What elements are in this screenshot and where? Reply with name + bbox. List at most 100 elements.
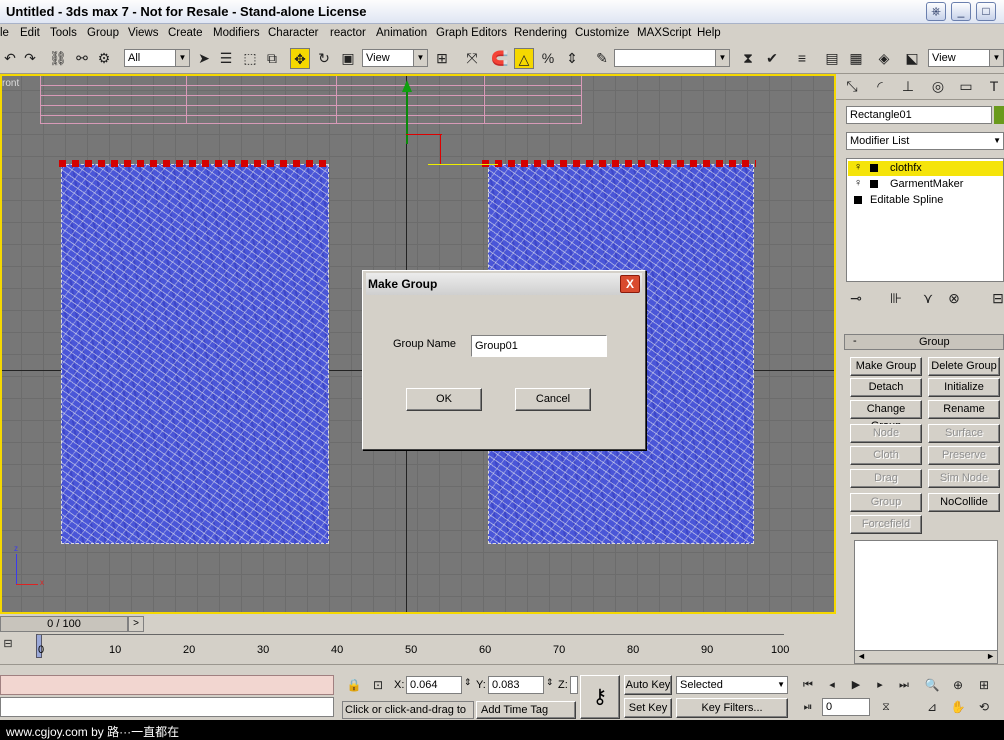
select-by-name-icon[interactable]: ☰ <box>216 48 236 69</box>
zoom-icon[interactable]: 🔍 <box>922 675 942 696</box>
z-coord-field[interactable] <box>570 676 578 694</box>
render-scene-icon[interactable]: ⬕ <box>902 48 922 69</box>
layer-manager-icon[interactable]: ≡ <box>792 48 812 69</box>
goto-end-icon[interactable]: ⏭ <box>894 675 914 696</box>
remove-modifier-icon[interactable]: ⊗ <box>944 288 964 309</box>
percent-snap-icon[interactable]: % <box>538 48 558 69</box>
key-mode-dropdown[interactable]: Selected ▼ <box>676 676 788 694</box>
spinner-icon[interactable]: ⇕ <box>546 677 554 688</box>
rect-region-icon[interactable]: ⬚ <box>240 48 260 69</box>
group-rollout-header[interactable]: - Group <box>844 334 1004 350</box>
selection-filter-dropdown[interactable]: All ▼ <box>124 49 190 67</box>
menu-tools[interactable]: Tools <box>50 27 77 39</box>
menu-edit[interactable]: Edit <box>20 27 40 39</box>
current-frame-field[interactable]: 0 <box>822 698 870 716</box>
ok-button[interactable]: OK <box>406 388 482 411</box>
curve-editor-icon[interactable]: ▤ <box>822 48 842 69</box>
x-coord-field[interactable]: 0.064 <box>406 676 462 694</box>
select-manipulate-icon[interactable]: ⤧ <box>462 48 482 69</box>
create-tab-icon[interactable]: ⤡ <box>842 76 862 97</box>
menu-group[interactable]: Group <box>87 27 119 39</box>
next-frame-icon[interactable]: ▸ <box>870 675 890 696</box>
horizontal-scrollbar[interactable]: ◄ ► <box>854 650 998 664</box>
select-link-icon[interactable]: ⛓ <box>48 48 68 69</box>
menu-create[interactable]: Create <box>168 27 203 39</box>
auto-key-button[interactable]: Auto Key <box>624 675 672 695</box>
pivot-center-icon[interactable]: ⊞ <box>432 48 452 69</box>
spinner-snap-icon[interactable]: ⇕ <box>562 48 582 69</box>
hierarchy-tab-icon[interactable]: ⊥ <box>898 76 918 97</box>
cancel-button[interactable]: Cancel <box>515 388 591 411</box>
curve-toggle-icon[interactable]: ⊟ <box>0 634 16 650</box>
stack-item-clothfx[interactable]: ♀ clothfx <box>848 161 1003 176</box>
window-crossing-icon[interactable]: ⧉ <box>262 48 282 69</box>
detach-button[interactable]: Detach <box>850 378 922 397</box>
menu-reactor[interactable]: reactor <box>330 27 366 39</box>
scroll-left-icon[interactable]: ◄ <box>857 651 866 661</box>
modifier-list-dropdown[interactable]: Modifier List ▼ <box>846 132 1004 150</box>
expand-icon[interactable] <box>870 180 878 188</box>
zoom-all-icon[interactable]: ⊕ <box>948 675 968 696</box>
select-object-icon[interactable]: ➤ <box>194 48 214 69</box>
group-button[interactable]: Group <box>850 493 922 512</box>
close-icon[interactable]: X <box>620 275 640 293</box>
arc-rotate-icon[interactable]: ⟲ <box>974 697 994 718</box>
key-mode-toggle-icon[interactable]: ⏯ <box>798 697 818 718</box>
light-bulb-icon[interactable]: ♀ <box>854 161 862 173</box>
maxscript-input[interactable] <box>0 697 334 717</box>
expand-icon[interactable] <box>854 196 862 204</box>
absolute-mode-icon[interactable]: ⊡ <box>368 675 388 696</box>
node-button[interactable]: Node <box>850 424 922 443</box>
cloth-panel-left[interactable] <box>61 164 329 544</box>
time-ruler[interactable]: 0 10 20 30 40 50 60 70 80 90 100 <box>38 614 798 664</box>
gizmo-x-axis[interactable] <box>428 164 498 165</box>
snap-toggle-icon[interactable]: 🧲 <box>490 48 510 69</box>
stack-item-garmentmaker[interactable]: ♀ GarmentMaker <box>848 177 1003 192</box>
prev-frame-icon[interactable]: ◂ <box>822 675 842 696</box>
maxscript-listener-mini[interactable] <box>0 675 334 695</box>
pin-stack-icon[interactable]: ⊸ <box>846 288 866 309</box>
menu-graph-editors[interactable]: Graph Editors <box>436 27 507 39</box>
menu-customize[interactable]: Customize <box>575 27 629 39</box>
move-icon[interactable]: ✥ <box>290 48 310 69</box>
align-icon[interactable]: ✔ <box>762 48 782 69</box>
bind-spacewarp-icon[interactable]: ⚙ <box>94 48 114 69</box>
rotate-icon[interactable]: ↻ <box>314 48 334 69</box>
change-group-button[interactable]: Change Group <box>850 400 922 432</box>
zoom-extents-icon[interactable]: ⊞ <box>974 675 994 696</box>
time-config-icon[interactable]: ⧖ <box>876 697 896 718</box>
set-key-key-icon[interactable]: ⚷ <box>580 675 620 719</box>
initialize-button[interactable]: Initialize <box>928 378 1000 397</box>
spinner-icon[interactable]: ⇕ <box>464 677 472 688</box>
make-unique-icon[interactable]: ⋎ <box>918 288 938 309</box>
cloth-button[interactable]: Cloth <box>850 446 922 465</box>
stack-item-editable-spline[interactable]: Editable Spline <box>848 193 1003 208</box>
modify-tab-icon[interactable]: ◜ <box>870 76 890 97</box>
group-name-field[interactable]: Group01 <box>471 335 607 357</box>
display-tab-icon[interactable]: ▭ <box>956 76 976 97</box>
maximize-button[interactable]: □ <box>976 2 996 21</box>
show-end-result-icon[interactable]: ⊪ <box>886 288 906 309</box>
scale-icon[interactable]: ▣ <box>338 48 358 69</box>
motion-tab-icon[interactable]: ◎ <box>928 76 948 97</box>
sim-node-button[interactable]: Sim Node <box>928 469 1000 488</box>
play-icon[interactable]: ▶ <box>846 675 866 696</box>
delete-group-button[interactable]: Delete Group <box>928 357 1000 376</box>
menu-modifiers[interactable]: Modifiers <box>213 27 260 39</box>
y-coord-field[interactable]: 0.083 <box>488 676 544 694</box>
add-time-tag-button[interactable]: Add Time Tag <box>476 701 576 719</box>
angle-snap-icon[interactable]: △ <box>514 48 534 69</box>
ref-coord-dropdown[interactable]: View ▼ <box>362 49 428 67</box>
menu-file[interactable]: le <box>0 27 9 39</box>
menu-views[interactable]: Views <box>128 27 158 39</box>
lock-selection-icon[interactable]: 🔒 <box>344 675 364 696</box>
unlink-icon[interactable]: ⚯ <box>72 48 92 69</box>
help-icon[interactable]: ⎈ <box>926 2 946 21</box>
goto-start-icon[interactable]: ⏮ <box>798 675 818 696</box>
menu-rendering[interactable]: Rendering <box>514 27 567 39</box>
menu-maxscript[interactable]: MAXScript <box>637 27 691 39</box>
field-of-view-icon[interactable]: ⊿ <box>922 697 942 718</box>
scroll-right-icon[interactable]: ► <box>986 651 995 661</box>
nocollide-button[interactable]: NoCollide <box>928 493 1000 512</box>
light-bulb-icon[interactable]: ♀ <box>854 177 862 189</box>
